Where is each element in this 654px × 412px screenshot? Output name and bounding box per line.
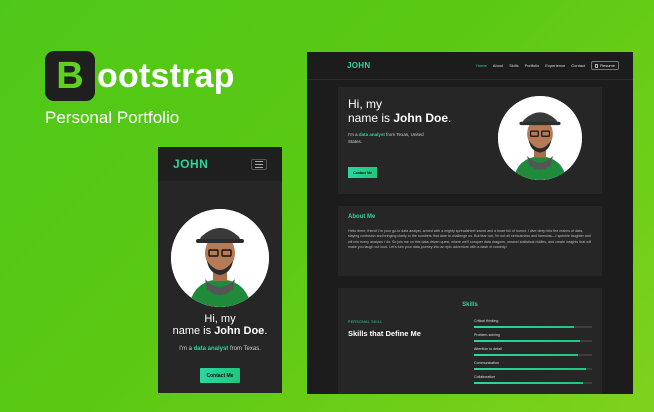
brand-subtitle: Personal Portfolio — [45, 108, 180, 127]
skill-progress-track — [474, 354, 592, 356]
desktop-navbar: JOHN Home About Skills Portfolio Experience C… — [307, 52, 633, 80]
skill-progress-fill — [474, 368, 587, 370]
nav-link-about[interactable]: About — [493, 63, 503, 68]
nav-link-experience[interactable]: Experience — [545, 63, 565, 68]
skills-heading: Skills that Define Me — [348, 329, 421, 338]
mobile-greeting: Hi, my name is John Doe. — [158, 313, 282, 337]
skill-progress-fill — [474, 354, 578, 356]
resume-button[interactable]: Resume — [591, 61, 619, 70]
skills-section: Skills PERSONAL SKILL Skills that Define… — [338, 288, 602, 394]
mobile-avatar — [171, 209, 269, 307]
skill-name: Collaboration — [474, 375, 496, 379]
mobile-logo[interactable]: JOHN — [173, 157, 208, 171]
skill-progress-track — [474, 340, 592, 342]
mobile-greeting-line1: Hi, my — [204, 313, 236, 325]
mobile-contact-button[interactable]: Contact Me — [200, 368, 240, 383]
desktop-hero: Hi, my name is John Doe. I'm a data anal… — [338, 87, 602, 194]
skills-title: Skills — [462, 302, 478, 308]
about-text: Hello there, friend! I'm your go-to data… — [348, 229, 592, 250]
nav-link-portfolio[interactable]: Portfolio — [525, 63, 540, 68]
skill-progress-track — [474, 368, 592, 370]
desktop-contact-button[interactable]: Contact Me — [348, 167, 377, 178]
brand-name: ootstrap — [97, 57, 235, 95]
desktop-greeting-suffix: . — [448, 111, 452, 125]
mobile-greeting-prefix: name is — [172, 325, 215, 337]
mobile-role-prefix: I'm a — [179, 346, 194, 352]
desktop-greeting-prefix: name is — [348, 111, 394, 125]
nav-link-home[interactable]: Home — [476, 63, 487, 68]
skills-kicker: PERSONAL SKILL — [348, 320, 383, 324]
mobile-role-highlight: data analyst — [193, 346, 229, 352]
desktop-greeting-line1: Hi, my — [348, 97, 382, 111]
desktop-nav-links: Home About Skills Portfolio Experience Contac… — [476, 61, 619, 70]
desktop-role-text: I'm a data analyst from Texas, United St… — [348, 131, 438, 145]
document-icon — [595, 63, 599, 68]
desktop-avatar — [498, 96, 582, 180]
skill-row: Attention to detail — [474, 346, 592, 360]
mobile-preview: JOHN Hi, my name is John Doe. I'm a data… — [158, 147, 282, 393]
skill-row: Problem-solving — [474, 332, 592, 346]
desktop-logo[interactable]: JOHN — [347, 61, 370, 70]
bootstrap-logo: B — [45, 51, 95, 101]
bootstrap-logo-letter: B — [56, 55, 84, 97]
avatar-portrait-icon — [498, 96, 582, 180]
resume-button-label: Resume — [600, 63, 615, 68]
about-title: About Me — [348, 214, 376, 220]
mobile-greeting-name: John Doe — [214, 325, 265, 337]
mobile-role-text: I'm a data analyst from Texas. — [158, 345, 282, 353]
skill-name: Problem-solving — [474, 333, 500, 337]
nav-link-skills[interactable]: Skills — [509, 63, 518, 68]
skill-name: Communication — [474, 361, 499, 365]
skill-list: Critical thinking Problem-solving Attentio… — [474, 318, 592, 388]
skill-row: Collaboration — [474, 374, 592, 388]
mobile-role-suffix: from Texas. — [228, 346, 261, 352]
desktop-greeting: Hi, my name is John Doe. — [348, 97, 451, 125]
skill-progress-track — [474, 382, 592, 384]
skill-name: Attention to detail — [474, 347, 502, 351]
skill-progress-fill — [474, 326, 575, 328]
skill-row: Communication — [474, 360, 592, 374]
skill-progress-track — [474, 326, 592, 328]
mobile-navbar: JOHN — [158, 147, 282, 181]
desktop-preview: JOHN Home About Skills Portfolio Experience C… — [307, 52, 633, 394]
skill-progress-fill — [474, 340, 581, 342]
skill-row: Critical thinking — [474, 318, 592, 332]
desktop-greeting-name: John Doe — [393, 111, 449, 125]
desktop-role-highlight: data analyst — [358, 132, 385, 137]
skill-progress-fill — [474, 382, 583, 384]
nav-link-contact[interactable]: Contact — [571, 63, 585, 68]
hamburger-menu-icon[interactable] — [251, 158, 267, 170]
desktop-role-prefix: I'm a — [348, 132, 359, 137]
mobile-greeting-suffix: . — [264, 325, 268, 337]
avatar-portrait-icon — [171, 209, 269, 307]
skill-name: Critical thinking — [474, 319, 499, 323]
about-section: About Me Hello there, friend! I'm your g… — [338, 206, 602, 276]
